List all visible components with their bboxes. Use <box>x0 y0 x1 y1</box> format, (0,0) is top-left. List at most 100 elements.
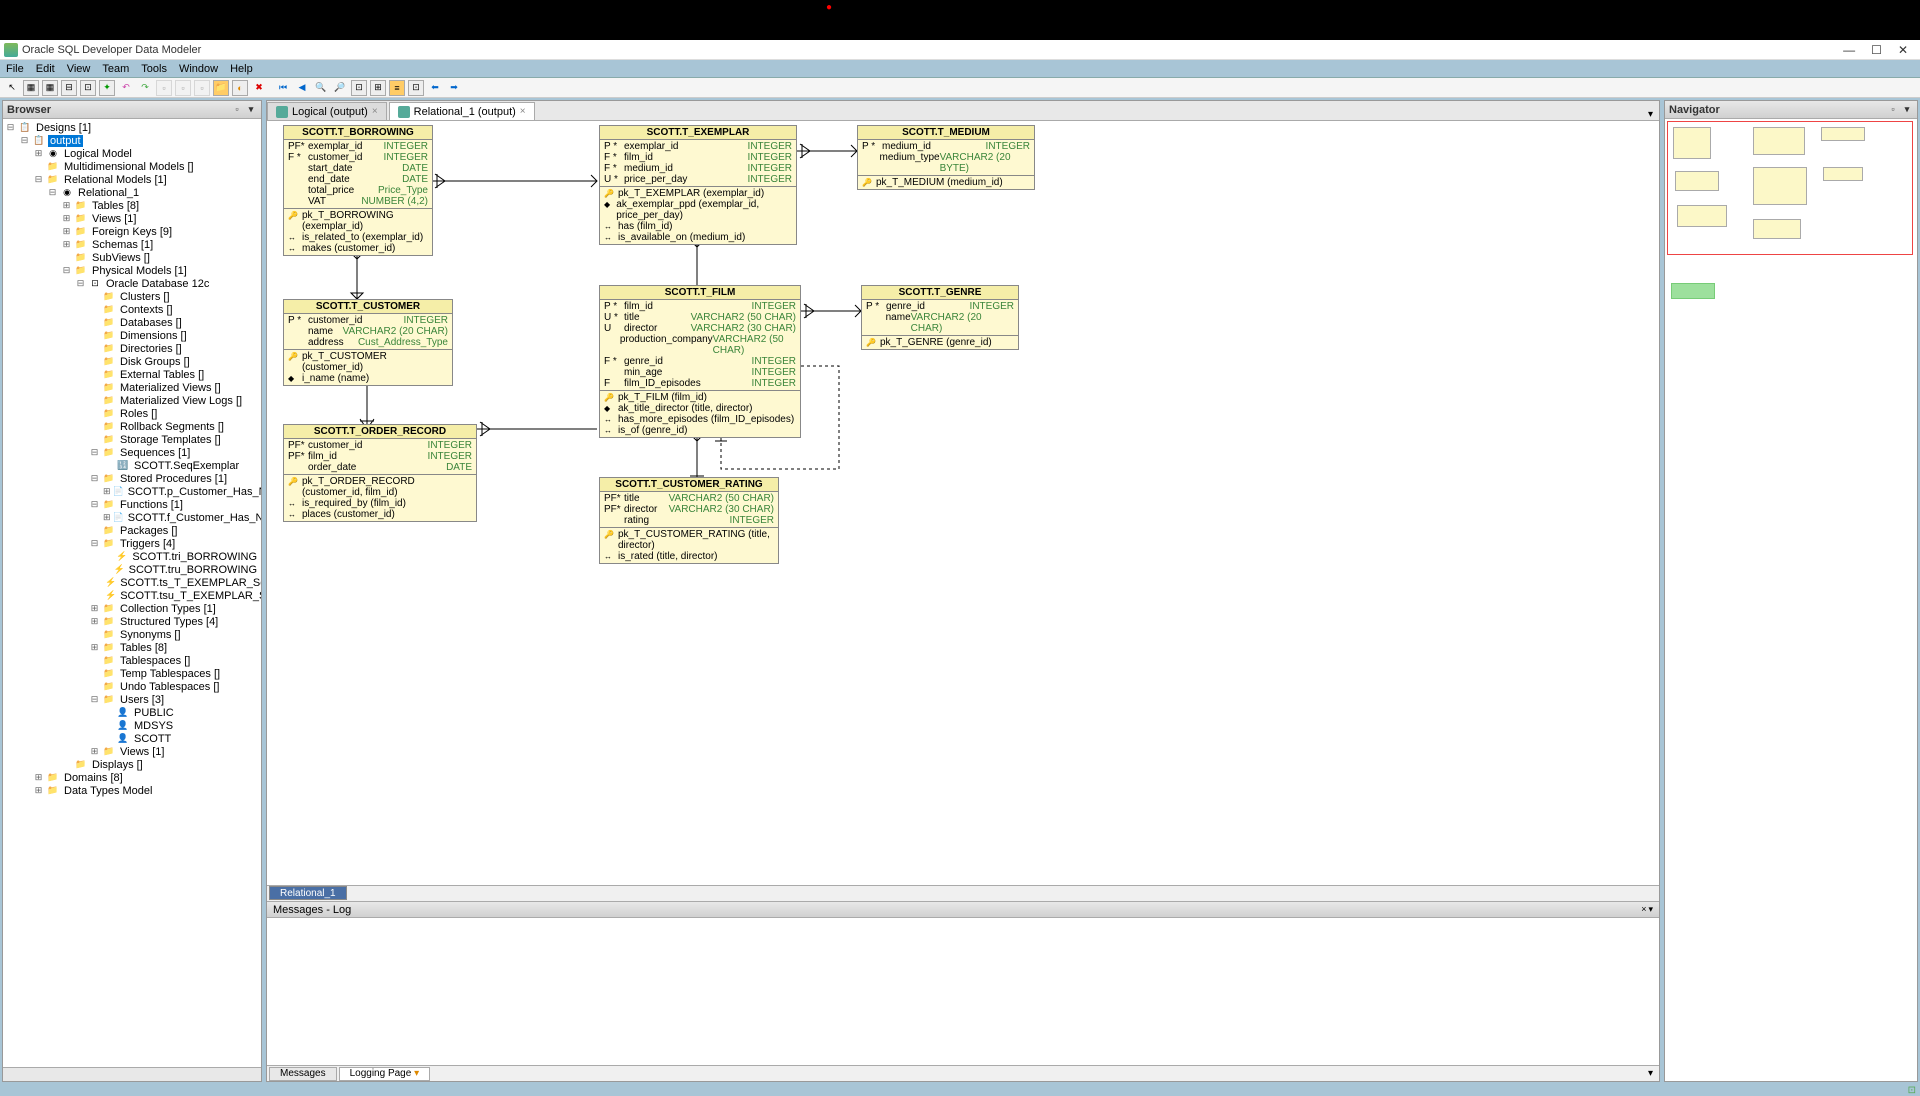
tree-domains[interactable]: Domains [8] <box>62 772 125 784</box>
zoom-out-icon[interactable]: 🔎 <box>332 80 348 96</box>
new-view-icon[interactable]: ▦ <box>42 80 58 96</box>
tree-expander[interactable]: ⊟ <box>89 447 100 458</box>
nav-prev-icon[interactable]: ◀ <box>294 80 310 96</box>
copy-icon[interactable]: ▫ <box>156 80 172 96</box>
ddl-icon[interactable]: ≡ <box>389 80 405 96</box>
tree-directories[interactable]: Directories [] <box>118 343 184 355</box>
entity-order[interactable]: SCOTT.T_ORDER_RECORDPF*customer_idINTEGE… <box>283 424 477 522</box>
tree-expander[interactable]: ⊟ <box>33 174 44 185</box>
menu-team[interactable]: Team <box>102 63 129 75</box>
tree-expander[interactable]: ⊞ <box>33 785 44 796</box>
tree-expander[interactable]: ⊞ <box>33 772 44 783</box>
tree-trg1[interactable]: SCOTT.tri_BORROWING <box>130 551 259 563</box>
tree-multidim[interactable]: Multidimensional Models [] <box>62 161 196 173</box>
panel-minimize-icon[interactable]: ▫ <box>1887 104 1899 116</box>
tree-diskgroups[interactable]: Disk Groups [] <box>118 356 192 368</box>
tree-matviewlogs[interactable]: Materialized View Logs [] <box>118 395 244 407</box>
new-entity-icon[interactable]: ▦ <box>23 80 39 96</box>
tree-colltypes[interactable]: Collection Types [1] <box>118 603 218 615</box>
tree-output[interactable]: output <box>48 135 83 147</box>
tree-expander[interactable]: ⊟ <box>89 473 100 484</box>
menu-edit[interactable]: Edit <box>36 63 55 75</box>
tree-schemas[interactable]: Schemas [1] <box>90 239 155 251</box>
tree-sequences[interactable]: Sequences [1] <box>118 447 192 459</box>
entity-genre[interactable]: SCOTT.T_GENREP *genre_idINTEGERnameVARCH… <box>861 285 1019 350</box>
layout-icon[interactable]: ⊞ <box>370 80 386 96</box>
tab-menu-icon[interactable]: ▾ <box>1648 109 1659 120</box>
tree-fk[interactable]: Foreign Keys [9] <box>90 226 174 238</box>
browser-tree[interactable]: ⊟📋Designs [1] ⊟📋output ⊞◉Logical Model 📁… <box>3 119 261 1067</box>
tree-tables[interactable]: Tables [8] <box>90 200 141 212</box>
cut-icon[interactable]: ▫ <box>194 80 210 96</box>
tree-uscott[interactable]: SCOTT <box>132 733 173 745</box>
close-button[interactable]: ✕ <box>1898 43 1908 57</box>
tree-expander[interactable]: ⊟ <box>5 122 16 133</box>
nav-fwd-icon[interactable]: ➡ <box>446 80 462 96</box>
panel-menu-icon[interactable]: ▾ <box>1648 904 1653 915</box>
db-icon[interactable]: ⊡ <box>408 80 424 96</box>
tree-structtypes[interactable]: Structured Types [4] <box>118 616 220 628</box>
tree-spcust[interactable]: SCOTT.p_Customer_Has_Num_Film <box>126 486 261 498</box>
menu-file[interactable]: File <box>6 63 24 75</box>
tree-expander[interactable]: ⊟ <box>89 538 100 549</box>
entity-rating[interactable]: SCOTT.T_CUSTOMER_RATINGPF*titleVARCHAR2 … <box>599 477 779 564</box>
folder-icon[interactable]: 📁 <box>213 80 229 96</box>
tree-rel1[interactable]: Relational_1 <box>76 187 141 199</box>
tree-seqexemplar[interactable]: SCOTT.SeqExemplar <box>132 460 241 472</box>
tree-matviews[interactable]: Materialized Views [] <box>118 382 223 394</box>
split-icon[interactable]: ⊟ <box>61 80 77 96</box>
tree-ext-tables[interactable]: External Tables [] <box>118 369 206 381</box>
tree-views[interactable]: Views [1] <box>90 213 138 225</box>
fk-icon[interactable]: ⊡ <box>80 80 96 96</box>
tree-tempts[interactable]: Temp Tablespaces [] <box>118 668 222 680</box>
paste-icon[interactable]: ▫ <box>175 80 191 96</box>
tree-expander[interactable]: ⊟ <box>89 499 100 510</box>
tab-logical[interactable]: Logical (output) × <box>267 102 387 120</box>
tree-dimensions[interactable]: Dimensions [] <box>118 330 189 342</box>
tree-expander[interactable]: ⊞ <box>89 616 100 627</box>
tree-expander[interactable]: ⊞ <box>61 226 72 237</box>
tree-synonyms[interactable]: Synonyms [] <box>118 629 183 641</box>
tree-roles[interactable]: Roles [] <box>118 408 159 420</box>
tree-expander[interactable]: ⊞ <box>89 642 100 653</box>
entity-borrowing[interactable]: SCOTT.T_BORROWINGPF*exemplar_idINTEGERF … <box>283 125 433 256</box>
redo-icon[interactable]: ↷ <box>137 80 153 96</box>
tree-expander[interactable]: ⊟ <box>75 278 86 289</box>
tree-expander[interactable]: ⊟ <box>61 265 72 276</box>
tree-trg2[interactable]: SCOTT.tru_BORROWING <box>127 564 259 576</box>
tree-expander[interactable]: ⊞ <box>61 200 72 211</box>
zoom-in-icon[interactable]: 🔍 <box>313 80 329 96</box>
tree-storage[interactable]: Storage Templates [] <box>118 434 223 446</box>
tree-functions[interactable]: Functions [1] <box>118 499 185 511</box>
msg-tab-logging[interactable]: Logging Page ▾ <box>339 1067 431 1081</box>
diagram-canvas[interactable]: SCOTT.T_BORROWINGPF*exemplar_idINTEGERF … <box>267 121 1659 885</box>
tree-expander[interactable]: ⊞ <box>89 603 100 614</box>
entity-medium[interactable]: SCOTT.T_MEDIUMP *medium_idINTEGERmedium_… <box>857 125 1035 190</box>
tree-triggers[interactable]: Triggers [4] <box>118 538 177 550</box>
tree-expander[interactable]: ⊟ <box>19 135 30 146</box>
tree-expander[interactable]: ⊞ <box>61 239 72 250</box>
tree-expander[interactable]: ⊟ <box>47 187 58 198</box>
msg-tab-messages[interactable]: Messages <box>269 1067 337 1081</box>
tree-clusters[interactable]: Clusters [] <box>118 291 172 303</box>
tree-trg4[interactable]: SCOTT.tsu_T_EXEMPLAR_SeqExe <box>118 590 261 602</box>
tab-close-icon[interactable]: × <box>520 106 526 117</box>
tree-upublic[interactable]: PUBLIC <box>132 707 176 719</box>
tree-expander[interactable]: ⊞ <box>89 746 100 757</box>
tree-physical[interactable]: Physical Models [1] <box>90 265 189 277</box>
entity-film[interactable]: SCOTT.T_FILMP *film_idINTEGERU *titleVAR… <box>599 285 801 438</box>
tree-trg3[interactable]: SCOTT.ts_T_EXEMPLAR_SeqExem <box>118 577 261 589</box>
menu-view[interactable]: View <box>67 63 91 75</box>
tree-expander[interactable]: ⊟ <box>89 694 100 705</box>
tree-packages[interactable]: Packages [] <box>118 525 179 537</box>
nav-first-icon[interactable]: ⏮ <box>275 80 291 96</box>
tree-expander[interactable]: ⊞ <box>33 148 44 159</box>
tree-datatypes[interactable]: Data Types Model <box>62 785 154 797</box>
tree-displays[interactable]: Displays [] <box>90 759 145 771</box>
tree-rollback[interactable]: Rollback Segments [] <box>118 421 226 433</box>
bottom-tab-relational[interactable]: Relational_1 <box>269 886 347 900</box>
maximize-button[interactable]: ☐ <box>1871 43 1882 57</box>
fit-icon[interactable]: ⊡ <box>351 80 367 96</box>
tree-tablespaces[interactable]: Tablespaces [] <box>118 655 192 667</box>
tree-subviews[interactable]: SubViews [] <box>90 252 152 264</box>
